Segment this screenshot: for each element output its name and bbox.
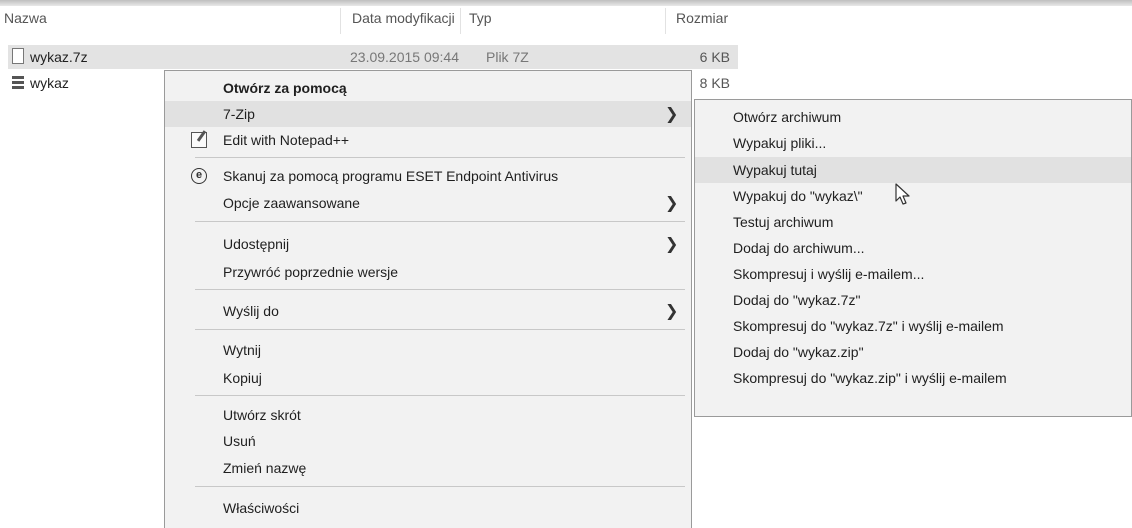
submenu-item-label: Otwórz archiwum [733,109,842,125]
submenu-item-add-to-7z[interactable]: Dodaj do "wykaz.7z" [695,287,1131,313]
submenu-item-add-to-archive[interactable]: Dodaj do archiwum... [695,235,1131,261]
notepad-icon [191,132,207,148]
menu-item-label: Otwórz za pomocą [223,80,347,96]
menu-separator [195,395,685,396]
column-separator[interactable] [340,8,341,34]
file-icon [12,48,24,64]
menu-item-label: Utwórz skrót [223,407,301,423]
menu-separator [195,329,685,330]
submenu-item-label: Wypakuj do "wykaz\" [733,188,863,204]
submenu-arrow-icon: ❯ [665,236,679,253]
column-type[interactable]: Typ [469,10,492,26]
menu-item-label: Przywróć poprzednie wersje [223,264,399,280]
menu-item-open-with[interactable]: Otwórz za pomocą [165,75,691,101]
menu-item-label: Edit with Notepad++ [223,132,350,148]
menu-item-label: Wyślij do [223,303,279,319]
menu-item-advanced[interactable]: Opcje zaawansowane ❯ [165,190,691,216]
menu-item-label: Właściwości [223,500,300,516]
submenu-arrow-icon: ❯ [665,195,679,212]
menu-item-label: 7-Zip [223,106,255,122]
column-date[interactable]: Data modyfikacji [352,10,455,26]
column-name[interactable]: Nazwa [4,10,47,26]
menu-item-cut[interactable]: Wytnij [165,337,691,363]
submenu-item-compress-7z-email[interactable]: Skompresuj do "wykaz.7z" i wyślij e-mail… [695,313,1131,339]
menu-separator [195,157,685,158]
file-date: 23.09.2015 09:44 [350,49,459,65]
submenu-item-add-to-zip[interactable]: Dodaj do "wykaz.zip" [695,339,1131,365]
menu-item-label: Opcje zaawansowane [223,195,360,211]
submenu-item-label: Testuj archiwum [733,214,834,230]
submenu-item-test-archive[interactable]: Testuj archiwum [695,209,1131,235]
menu-item-send-to[interactable]: Wyślij do ❯ [165,298,691,324]
submenu-item-extract-here[interactable]: Wypakuj tutaj [695,157,1131,183]
submenu-item-compress-zip-email[interactable]: Skompresuj do "wykaz.zip" i wyślij e-mai… [695,365,1131,391]
file-name: wykaz [30,75,69,91]
file-size: 8 KB [699,75,730,91]
eset-icon: e [191,168,207,184]
submenu-item-label: Dodaj do "wykaz.7z" [733,292,861,308]
menu-item-restore[interactable]: Przywróć poprzednie wersje [165,259,691,285]
submenu-item-label: Dodaj do "wykaz.zip" [733,344,864,360]
submenu-item-extract-to-folder[interactable]: Wypakuj do "wykaz\" [695,183,1131,209]
menu-item-label: Skanuj za pomocą programu ESET Endpoint … [223,168,559,184]
menu-item-label: Kopiuj [223,370,262,386]
submenu-item-extract-files[interactable]: Wypakuj pliki... [695,130,1131,156]
mouse-cursor-icon [895,183,910,205]
menu-separator [195,221,685,222]
submenu-item-label: Skompresuj i wyślij e-mailem... [733,266,925,282]
menu-separator [195,486,685,487]
column-separator[interactable] [665,8,666,34]
menu-item-rename[interactable]: Zmień nazwę [165,455,691,481]
menu-item-label: Usuń [223,433,256,449]
menu-item-label: Zmień nazwę [223,460,307,476]
menu-item-eset-scan[interactable]: e Skanuj za pomocą programu ESET Endpoin… [165,163,691,189]
context-menu: Otwórz za pomocą 7-Zip ❯ Edit with Notep… [164,70,692,528]
menu-item-share[interactable]: Udostępnij ❯ [165,231,691,257]
menu-item-delete[interactable]: Usuń [165,428,691,454]
menu-separator [195,289,685,290]
menu-item-copy[interactable]: Kopiuj [165,365,691,391]
submenu-arrow-icon: ❯ [665,106,679,123]
file-row-wykaz-7z[interactable]: wykaz.7z 23.09.2015 09:44 Plik 7Z 6 KB [8,45,738,69]
file-type: Plik 7Z [486,49,529,65]
column-separator[interactable] [460,8,461,34]
column-header: Nazwa Data modyfikacji Typ Rozmiar [0,6,780,38]
menu-item-7zip[interactable]: 7-Zip ❯ [165,101,691,127]
zip-folder-icon [12,76,24,90]
menu-item-create-shortcut[interactable]: Utwórz skrót [165,402,691,428]
menu-item-properties[interactable]: Właściwości [165,495,691,521]
7zip-submenu: Otwórz archiwum Wypakuj pliki... Wypakuj… [694,99,1132,417]
submenu-item-label: Skompresuj do "wykaz.zip" i wyślij e-mai… [733,370,1007,386]
file-name: wykaz.7z [30,49,88,65]
menu-item-label: Wytnij [223,342,261,358]
column-size[interactable]: Rozmiar [676,10,728,26]
menu-item-edit-notepad[interactable]: Edit with Notepad++ [165,127,691,153]
submenu-item-open-archive[interactable]: Otwórz archiwum [695,104,1131,130]
submenu-item-label: Dodaj do archiwum... [733,240,865,256]
submenu-arrow-icon: ❯ [665,303,679,320]
menu-item-label: Udostępnij [223,236,290,252]
submenu-item-compress-email[interactable]: Skompresuj i wyślij e-mailem... [695,261,1131,287]
submenu-item-label: Wypakuj tutaj [733,162,817,178]
submenu-item-label: Skompresuj do "wykaz.7z" i wyślij e-mail… [733,318,1004,334]
file-size: 6 KB [699,49,730,65]
submenu-item-label: Wypakuj pliki... [733,135,827,151]
